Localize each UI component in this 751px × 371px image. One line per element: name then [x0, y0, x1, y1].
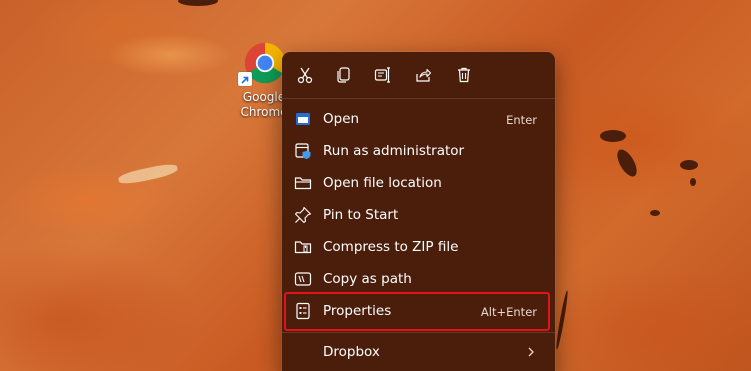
- context-menu-toolbar: [282, 52, 555, 98]
- menu-item-copy-as-path[interactable]: Copy as path: [286, 264, 551, 294]
- wallpaper-rock: [554, 290, 570, 350]
- menu-item-run-as-administrator[interactable]: Run as administrator: [286, 136, 551, 166]
- menu-item-dropbox[interactable]: Dropbox: [286, 337, 551, 367]
- menu-item-open-file-location[interactable]: Open file location: [286, 168, 551, 198]
- cut-button[interactable]: [292, 63, 318, 87]
- cut-icon: [297, 67, 313, 84]
- menu-item-label: Compress to ZIP file: [323, 239, 459, 255]
- menu-item-label: Copy as path: [323, 271, 412, 287]
- delete-icon: [458, 67, 470, 83]
- share-icon: [416, 68, 432, 82]
- menu-item-label: Run as administrator: [323, 143, 465, 159]
- wallpaper-rock: [178, 0, 218, 6]
- menu-item-label: Dropbox: [323, 344, 380, 360]
- wallpaper-rock: [650, 210, 660, 216]
- wallpaper-rock: [613, 146, 641, 180]
- copy-icon: [337, 67, 350, 83]
- wallpaper-rock: [690, 178, 696, 186]
- zip-folder-icon: [294, 241, 312, 254]
- toolbar-separator: [282, 98, 555, 99]
- copy-button[interactable]: [331, 63, 357, 87]
- dropbox-icon: [294, 343, 312, 361]
- menu-item-shortcut: Enter: [506, 113, 537, 127]
- shield-icon: [295, 143, 311, 159]
- wallpaper-streak: [117, 161, 179, 187]
- desktop[interactable]: Google Chrome Open Enter Run as administ…: [0, 0, 751, 371]
- shortcut-arrow-icon: [238, 72, 252, 86]
- menu-item-label: Open file location: [323, 175, 442, 191]
- rename-icon: [374, 67, 390, 83]
- rename-button[interactable]: [370, 63, 396, 87]
- open-window-icon: [296, 113, 310, 125]
- chevron-right-icon: [528, 347, 534, 357]
- menu-item-compress-to-zip[interactable]: Compress to ZIP file: [286, 232, 551, 262]
- wallpaper-rock: [680, 160, 698, 170]
- menu-separator: [282, 332, 555, 333]
- copy-path-icon: [294, 272, 312, 286]
- folder-icon: [294, 177, 312, 190]
- properties-highlight-box: [284, 292, 550, 331]
- share-button[interactable]: [410, 63, 436, 87]
- pin-icon: [294, 206, 312, 224]
- delete-button[interactable]: [451, 63, 477, 87]
- menu-item-label: Pin to Start: [323, 207, 399, 223]
- menu-item-open[interactable]: Open Enter: [286, 104, 551, 134]
- wallpaper-rock: [600, 130, 626, 142]
- menu-item-label: Open: [323, 111, 360, 127]
- menu-item-pin-to-start[interactable]: Pin to Start: [286, 200, 551, 230]
